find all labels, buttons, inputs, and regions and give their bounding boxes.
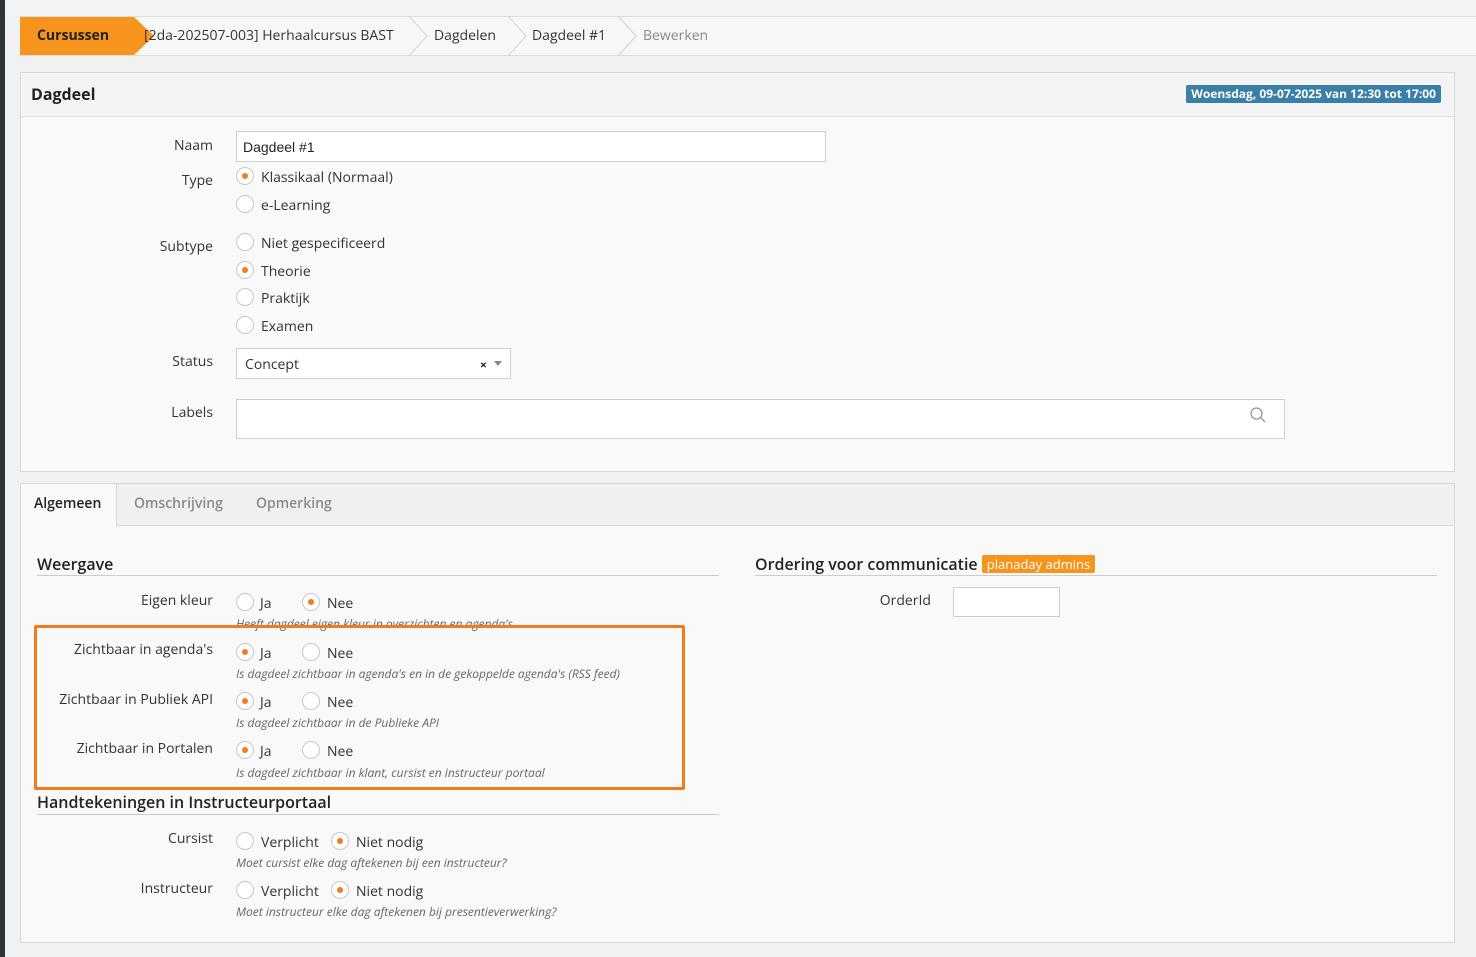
- portalen-label: Zichtbaar in Portalen: [76, 739, 213, 758]
- date-badge: Woensdag, 09-07-2025 van 12:30 tot 17:00: [1186, 85, 1441, 103]
- type-label: Type: [181, 171, 213, 190]
- publiek-api-label: Zichtbaar in Publiek API: [59, 690, 213, 709]
- cursist-verplicht-text: Verplicht: [261, 833, 319, 852]
- subtype-label: Subtype: [159, 237, 213, 256]
- app-left-edge: [0, 0, 5, 957]
- subtype-radio-examen[interactable]: [236, 316, 254, 334]
- eigen-kleur-nee-radio[interactable]: [302, 593, 320, 611]
- cursist-niet-nodig-text: Niet nodig: [356, 833, 424, 852]
- panel-header: Dagdeel Woensdag, 09-07-2025 van 12:30 t…: [21, 73, 1454, 117]
- portalen-ja-radio[interactable]: [236, 741, 254, 759]
- portalen-nee-text: Nee: [327, 742, 354, 761]
- status-clear-icon[interactable]: ×: [480, 356, 487, 373]
- breadcrumb-dagdeel[interactable]: Dagdeel #1: [532, 17, 606, 55]
- subtype-radio-niet-gespecificeerd[interactable]: [236, 233, 254, 251]
- labels-input[interactable]: [236, 399, 1285, 439]
- type-radio-elearning[interactable]: [236, 195, 254, 213]
- ordering-title-text: Ordering voor communicatie: [755, 553, 978, 575]
- eigen-kleur-label: Eigen kleur: [140, 591, 213, 610]
- breadcrumb-cursussen[interactable]: Cursussen: [20, 17, 134, 55]
- handtekeningen-divider: [37, 814, 719, 815]
- instructeur-hint: Moet instructeur elke dag aftekenen bij …: [236, 903, 557, 920]
- tab-omschrijving[interactable]: Omschrijving: [121, 484, 236, 526]
- agendas-hint: Is dagdeel zichtbaar in agenda's en in d…: [236, 665, 620, 682]
- publiek-api-nee-radio[interactable]: [302, 692, 320, 710]
- handtekeningen-title: Handtekeningen in Instructeurportaal: [37, 791, 332, 813]
- chevron-down-icon[interactable]: [494, 361, 502, 366]
- agendas-nee-text: Nee: [327, 644, 354, 663]
- eigen-kleur-ja-radio[interactable]: [236, 593, 254, 611]
- naam-input[interactable]: Dagdeel #1: [236, 131, 826, 162]
- agendas-nee-radio[interactable]: [302, 643, 320, 661]
- instructeur-verplicht-text: Verplicht: [261, 882, 319, 901]
- instructeur-label: Instructeur: [140, 879, 213, 898]
- type-option-klassikaal: Klassikaal (Normaal): [261, 168, 393, 187]
- weergave-divider: [37, 575, 719, 576]
- panel-title: Dagdeel: [31, 83, 96, 105]
- subtype-option-niet-gespecificeerd: Niet gespecificeerd: [261, 234, 386, 253]
- subtype-radio-praktijk[interactable]: [236, 288, 254, 306]
- breadcrumb: Cursussen [2da-202507-003] Herhaalcursus…: [20, 16, 1476, 56]
- ordering-divider: [755, 575, 1437, 576]
- breadcrumb-separator-icon: [408, 16, 428, 56]
- subtype-option-examen: Examen: [261, 317, 314, 336]
- labels-label: Labels: [171, 403, 213, 422]
- breadcrumb-dagdelen[interactable]: Dagdelen: [434, 17, 496, 55]
- cursist-hint: Moet cursist elke dag aftekenen bij een …: [236, 854, 507, 871]
- portalen-nee-radio[interactable]: [302, 741, 320, 759]
- breadcrumb-separator-icon: [617, 16, 637, 56]
- agendas-ja-radio[interactable]: [236, 643, 254, 661]
- portalen-ja-text: Ja: [260, 742, 272, 761]
- instructeur-niet-nodig-text: Niet nodig: [356, 882, 424, 901]
- tab-algemeen[interactable]: Algemeen: [21, 484, 117, 527]
- breadcrumb-course[interactable]: [2da-202507-003] Herhaalcursus BAST: [144, 17, 394, 55]
- tab-bar: Algemeen Omschrijving Opmerking: [21, 484, 1454, 527]
- publiek-api-hint: Is dagdeel zichtbaar in de Publieke API: [236, 714, 440, 731]
- instructeur-verplicht-radio[interactable]: [236, 881, 254, 899]
- type-radio-klassikaal[interactable]: [236, 167, 254, 185]
- subtype-radio-theorie[interactable]: [236, 261, 254, 279]
- weergave-title: Weergave: [37, 553, 114, 575]
- ordering-title: Ordering voor communicatie planaday admi…: [755, 553, 1096, 575]
- publiek-api-nee-text: Nee: [327, 693, 354, 712]
- eigen-kleur-nee-text: Nee: [327, 594, 354, 613]
- publiek-api-ja-text: Ja: [260, 693, 272, 712]
- orderid-label: OrderId: [879, 591, 931, 610]
- type-option-elearning: e-Learning: [261, 196, 331, 215]
- subtype-option-praktijk: Praktijk: [261, 289, 310, 308]
- status-label: Status: [172, 352, 213, 371]
- agendas-ja-text: Ja: [260, 644, 272, 663]
- eigen-kleur-ja-text: Ja: [260, 594, 272, 613]
- cursist-niet-nodig-radio[interactable]: [331, 832, 349, 850]
- naam-label: Naam: [173, 136, 213, 155]
- admins-badge: planaday admins: [981, 555, 1096, 573]
- publiek-api-ja-radio[interactable]: [236, 692, 254, 710]
- breadcrumb-separator-icon: [507, 16, 527, 56]
- portalen-hint: Is dagdeel zichtbaar in klant, cursist e…: [236, 764, 545, 781]
- cursist-verplicht-radio[interactable]: [236, 832, 254, 850]
- top-strip: [5, 0, 1476, 16]
- status-value: Concept: [245, 355, 299, 374]
- breadcrumb-bewerken: Bewerken: [643, 26, 709, 45]
- agendas-label: Zichtbaar in agenda's: [74, 640, 213, 659]
- instructeur-niet-nodig-radio[interactable]: [331, 881, 349, 899]
- subtype-option-theorie: Theorie: [261, 262, 311, 281]
- status-select[interactable]: Concept ×: [236, 348, 511, 379]
- search-icon[interactable]: [1249, 406, 1267, 424]
- orderid-input[interactable]: [953, 587, 1060, 617]
- cursist-label: Cursist: [168, 829, 213, 848]
- tab-opmerking[interactable]: Opmerking: [243, 484, 345, 526]
